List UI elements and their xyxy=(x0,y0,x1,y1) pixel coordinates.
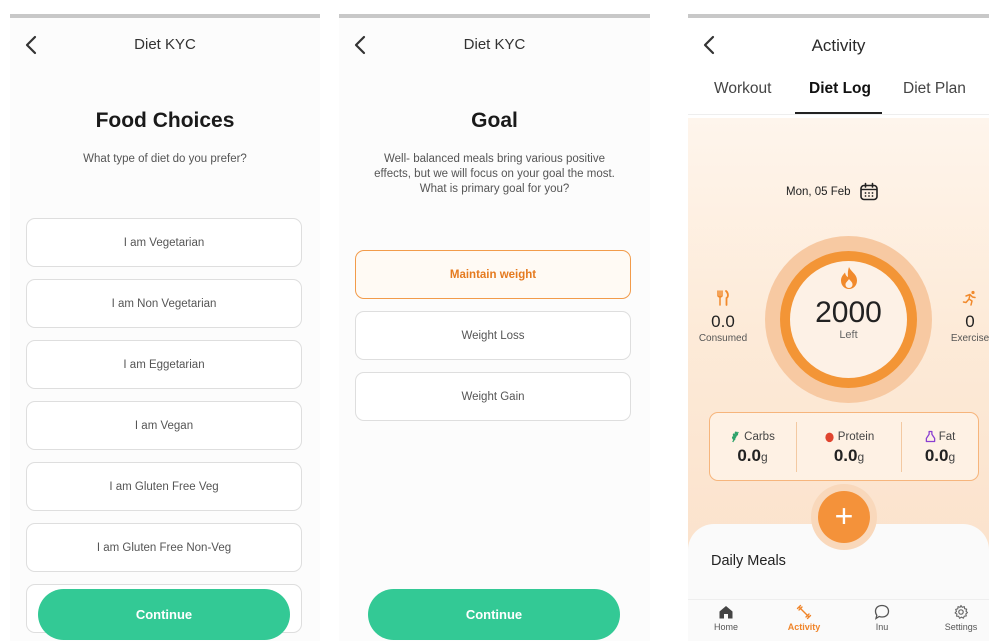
nav-activity[interactable]: Activity xyxy=(774,604,834,632)
option-maintain-weight[interactable]: Maintain weight xyxy=(355,250,631,299)
macro-protein-unit: g xyxy=(857,450,865,464)
app-header: Diet KYC xyxy=(10,32,320,58)
tab-workout[interactable]: Workout xyxy=(714,80,771,98)
nav-home-label: Home xyxy=(713,622,738,632)
nav-inu-label: Inu xyxy=(875,622,889,632)
macro-carbs-unit: g xyxy=(760,450,768,464)
page-subtitle: Well- balanced meals bring various posit… xyxy=(374,153,615,195)
macro-fat-label: Fat xyxy=(938,430,956,443)
flame-icon xyxy=(841,267,857,289)
nav-settings[interactable]: Settings xyxy=(931,604,989,632)
macro-protein-label: Protein xyxy=(837,430,875,443)
tab-diet-plan[interactable]: Diet Plan xyxy=(903,80,966,98)
fork-knife-icon xyxy=(694,290,752,310)
header-title: Activity xyxy=(811,36,866,55)
status-bar xyxy=(688,14,989,18)
date-selector[interactable]: Mon, 05 Feb xyxy=(786,180,879,204)
chat-icon xyxy=(874,604,890,620)
status-bar xyxy=(10,14,320,18)
diet-kyc-goal-screen: Diet KYC Goal Well- balanced meals bring… xyxy=(339,14,650,641)
macro-protein-value: 0.0 xyxy=(833,446,858,465)
page-subtitle: What type of diet do you prefer? xyxy=(83,153,247,165)
option-vegetarian[interactable]: I am Vegetarian xyxy=(26,218,302,267)
dumbbell-icon xyxy=(796,604,812,620)
current-date: Mon, 05 Feb xyxy=(786,186,851,198)
calories-left-value: 2000 xyxy=(815,296,882,329)
page-title: Food Choices xyxy=(95,109,235,132)
macro-fat-value: 0.0 xyxy=(924,446,949,465)
macro-carbs-label: Carbs xyxy=(744,430,775,443)
running-icon xyxy=(945,290,989,310)
option-vegan[interactable]: I am Vegan xyxy=(26,401,302,450)
continue-button[interactable]: Continue xyxy=(38,589,290,640)
wheat-icon xyxy=(732,431,739,443)
macro-fat: Fat 0.0g xyxy=(902,413,978,482)
diet-kyc-food-choices-screen: Diet KYC Food Choices What type of diet … xyxy=(10,14,320,641)
macros-card: Carbs 0.0g Protein 0.0g Fat 0.0g xyxy=(709,412,979,481)
tab-diet-log[interactable]: Diet Log xyxy=(809,80,871,98)
nav-activity-label: Activity xyxy=(787,622,821,632)
status-bar xyxy=(339,14,650,18)
option-weight-gain[interactable]: Weight Gain xyxy=(355,372,631,421)
consumed-label: Consumed xyxy=(698,333,748,344)
protein-drop-icon xyxy=(825,432,834,443)
consumed-value: 0.0 xyxy=(711,312,735,331)
page-title: Goal xyxy=(471,109,518,132)
continue-button[interactable]: Continue xyxy=(368,589,620,640)
calories-left-label: Left xyxy=(839,329,858,341)
option-gluten-free-veg[interactable]: I am Gluten Free Veg xyxy=(26,462,302,511)
option-weight-loss[interactable]: Weight Loss xyxy=(355,311,631,360)
consumed-stat: 0.0 Consumed xyxy=(694,290,752,344)
header-title: Diet KYC xyxy=(463,36,526,53)
option-non-vegetarian[interactable]: I am Non Vegetarian xyxy=(26,279,302,328)
daily-meals-title: Daily Meals xyxy=(711,553,786,569)
nav-home[interactable]: Home xyxy=(696,604,756,632)
exercise-stat: 0 Exercise xyxy=(945,290,989,344)
macro-protein: Protein 0.0g xyxy=(797,413,901,482)
add-meal-button[interactable]: + xyxy=(818,491,870,543)
header-title: Diet KYC xyxy=(134,36,196,53)
fat-bottle-icon xyxy=(925,430,935,443)
exercise-label: Exercise xyxy=(950,333,989,344)
tab-divider xyxy=(688,114,989,115)
calendar-icon[interactable] xyxy=(859,182,879,202)
activity-diet-log-screen: Activity Workout Diet Log Diet Plan Mon,… xyxy=(688,14,989,641)
nav-inu[interactable]: Inu xyxy=(852,604,912,632)
macro-carbs: Carbs 0.0g xyxy=(710,413,795,482)
nav-settings-label: Settings xyxy=(944,622,978,632)
active-tab-indicator xyxy=(795,112,882,114)
gear-icon xyxy=(954,604,969,619)
exercise-value: 0 xyxy=(965,312,975,331)
option-gluten-free-non-veg[interactable]: I am Gluten Free Non-Veg xyxy=(26,523,302,572)
macro-fat-unit: g xyxy=(948,450,956,464)
option-eggetarian[interactable]: I am Eggetarian xyxy=(26,340,302,389)
app-header: Diet KYC xyxy=(339,32,650,58)
macro-carbs-value: 0.0 xyxy=(737,446,761,465)
bottom-nav: Home Activity Inu Settings xyxy=(688,599,989,641)
home-icon xyxy=(719,606,733,619)
